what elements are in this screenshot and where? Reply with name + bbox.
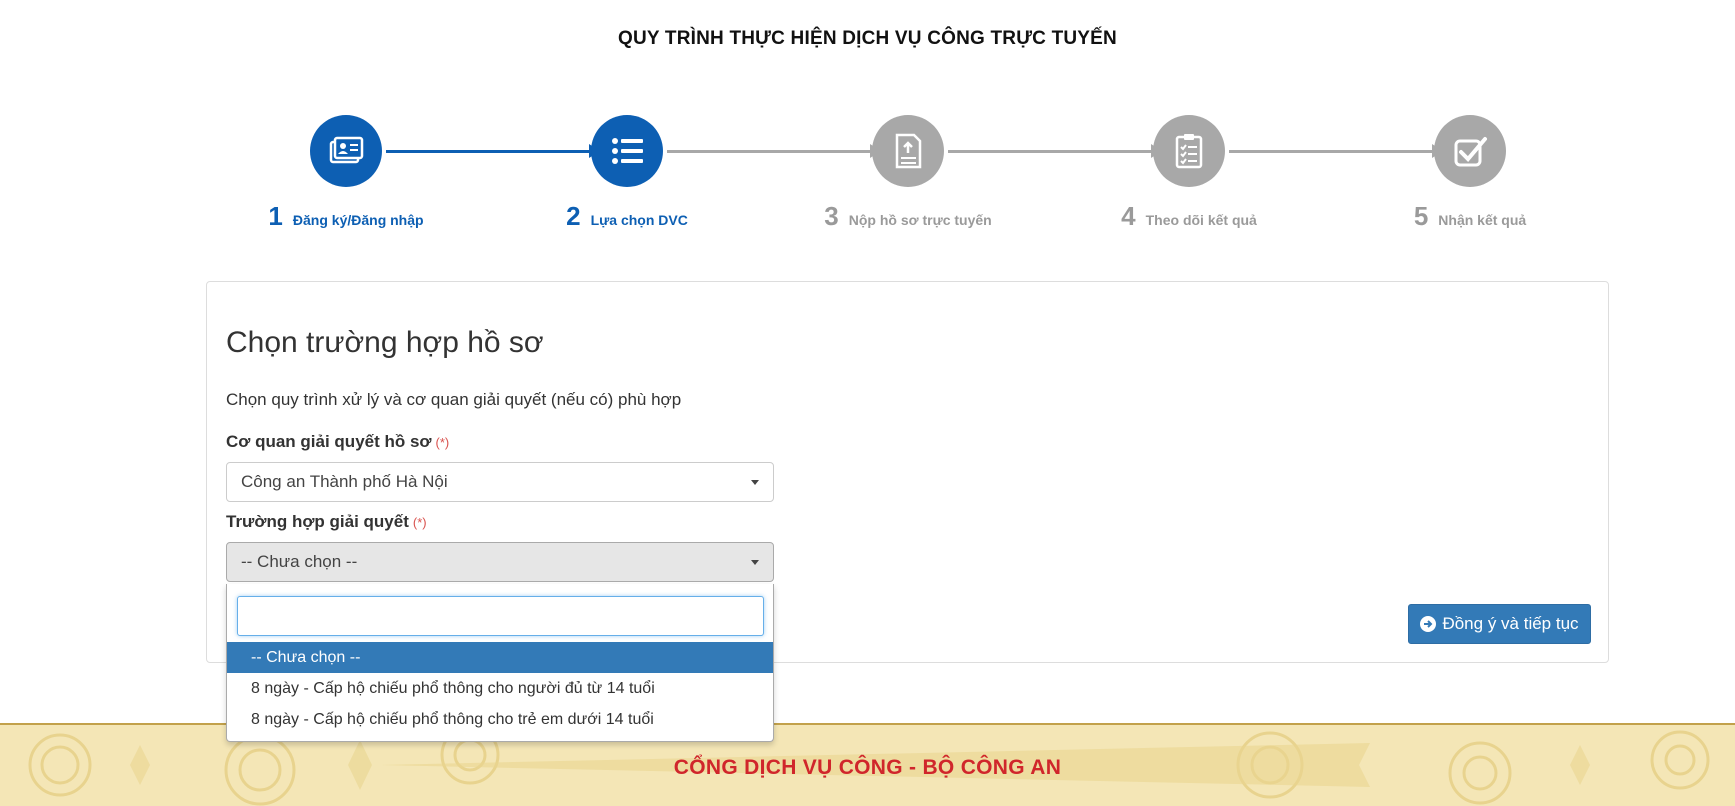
list-icon: [612, 138, 643, 164]
agency-select[interactable]: Công an Thành phố Hà Nội: [226, 462, 774, 502]
dropdown-option[interactable]: 8 ngày - Cấp hộ chiếu phổ thông cho ngườ…: [227, 673, 773, 704]
clipboard-checklist-icon: [1175, 134, 1203, 169]
step-1-label: Đăng ký/Đăng nhập: [292, 212, 424, 228]
agency-label: Cơ quan giải quyết hồ sơ (*): [226, 432, 449, 452]
arrow-right-circle-icon: [1420, 616, 1437, 632]
agree-continue-label: Đồng ý và tiếp tục: [1442, 614, 1579, 633]
case-select[interactable]: -- Chưa chọn --: [226, 542, 774, 582]
step-3-circle: [872, 115, 944, 187]
step-4-circle: [1153, 115, 1225, 187]
step-5: 5 Nhận kết quả: [1360, 115, 1580, 232]
panel-title: Chọn trường hợp hồ sơ: [226, 326, 544, 359]
document-upload-icon: [895, 133, 922, 169]
agree-continue-button[interactable]: Đồng ý và tiếp tục: [1408, 604, 1591, 644]
step-3-label: Nộp hồ sơ trực tuyến: [848, 212, 992, 228]
caret-down-icon: [751, 560, 759, 565]
step-2-number: 2: [566, 201, 581, 231]
dropdown-option[interactable]: -- Chưa chọn --: [227, 642, 773, 673]
agency-label-text: Cơ quan giải quyết hồ sơ: [226, 432, 432, 451]
step-4-number: 4: [1121, 201, 1136, 231]
step-4: 4 Theo dõi kết quả: [1079, 115, 1299, 232]
case-select-value: -- Chưa chọn --: [241, 552, 358, 571]
case-required-mark: (*): [412, 515, 427, 530]
step-3-number: 3: [824, 201, 839, 231]
case-dropdown: -- Chưa chọn -- 8 ngày - Cấp hộ chiếu ph…: [226, 584, 774, 742]
step-1-circle: [310, 115, 382, 187]
process-stepper: 1 Đăng ký/Đăng nhập 2 Lựa chọn DVC 3 Nộp…: [0, 115, 1735, 235]
case-label-text: Trường hợp giải quyết: [226, 512, 409, 531]
step-5-label: Nhận kết quả: [1438, 212, 1527, 228]
step-5-number: 5: [1413, 201, 1429, 231]
case-label: Trường hợp giải quyết (*): [226, 512, 427, 532]
footer-title: CỔNG DỊCH VỤ CÔNG - BỘ CÔNG AN: [673, 756, 1062, 779]
dropdown-option[interactable]: 8 ngày - Cấp hộ chiếu phổ thông cho trẻ …: [227, 704, 773, 735]
step-5-circle: [1434, 115, 1506, 187]
agency-select-value: Công an Thành phố Hà Nội: [241, 472, 448, 491]
step-1: 1 Đăng ký/Đăng nhập: [236, 115, 456, 232]
step-2: 2 Lựa chọn DVC: [517, 115, 737, 232]
id-card-icon: [329, 136, 364, 164]
checkbox-icon: [1454, 137, 1487, 167]
step-1-number: 1: [268, 201, 283, 231]
step-2-circle: [591, 115, 663, 187]
step-4-label: Theo dõi kết quả: [1145, 212, 1257, 228]
step-3: 3 Nộp hồ sơ trực tuyến: [798, 115, 1018, 232]
step-2-label: Lựa chọn DVC: [590, 212, 688, 228]
agency-required-mark: (*): [435, 435, 450, 450]
dropdown-options-list: -- Chưa chọn -- 8 ngày - Cấp hộ chiếu ph…: [227, 642, 773, 735]
panel-description: Chọn quy trình xử lý và cơ quan giải quy…: [226, 390, 682, 409]
dropdown-search-input[interactable]: [237, 596, 764, 636]
process-title: QUY TRÌNH THỰC HIỆN DỊCH VỤ CÔNG TRỰC TU…: [618, 28, 1117, 49]
caret-down-icon: [751, 480, 759, 485]
